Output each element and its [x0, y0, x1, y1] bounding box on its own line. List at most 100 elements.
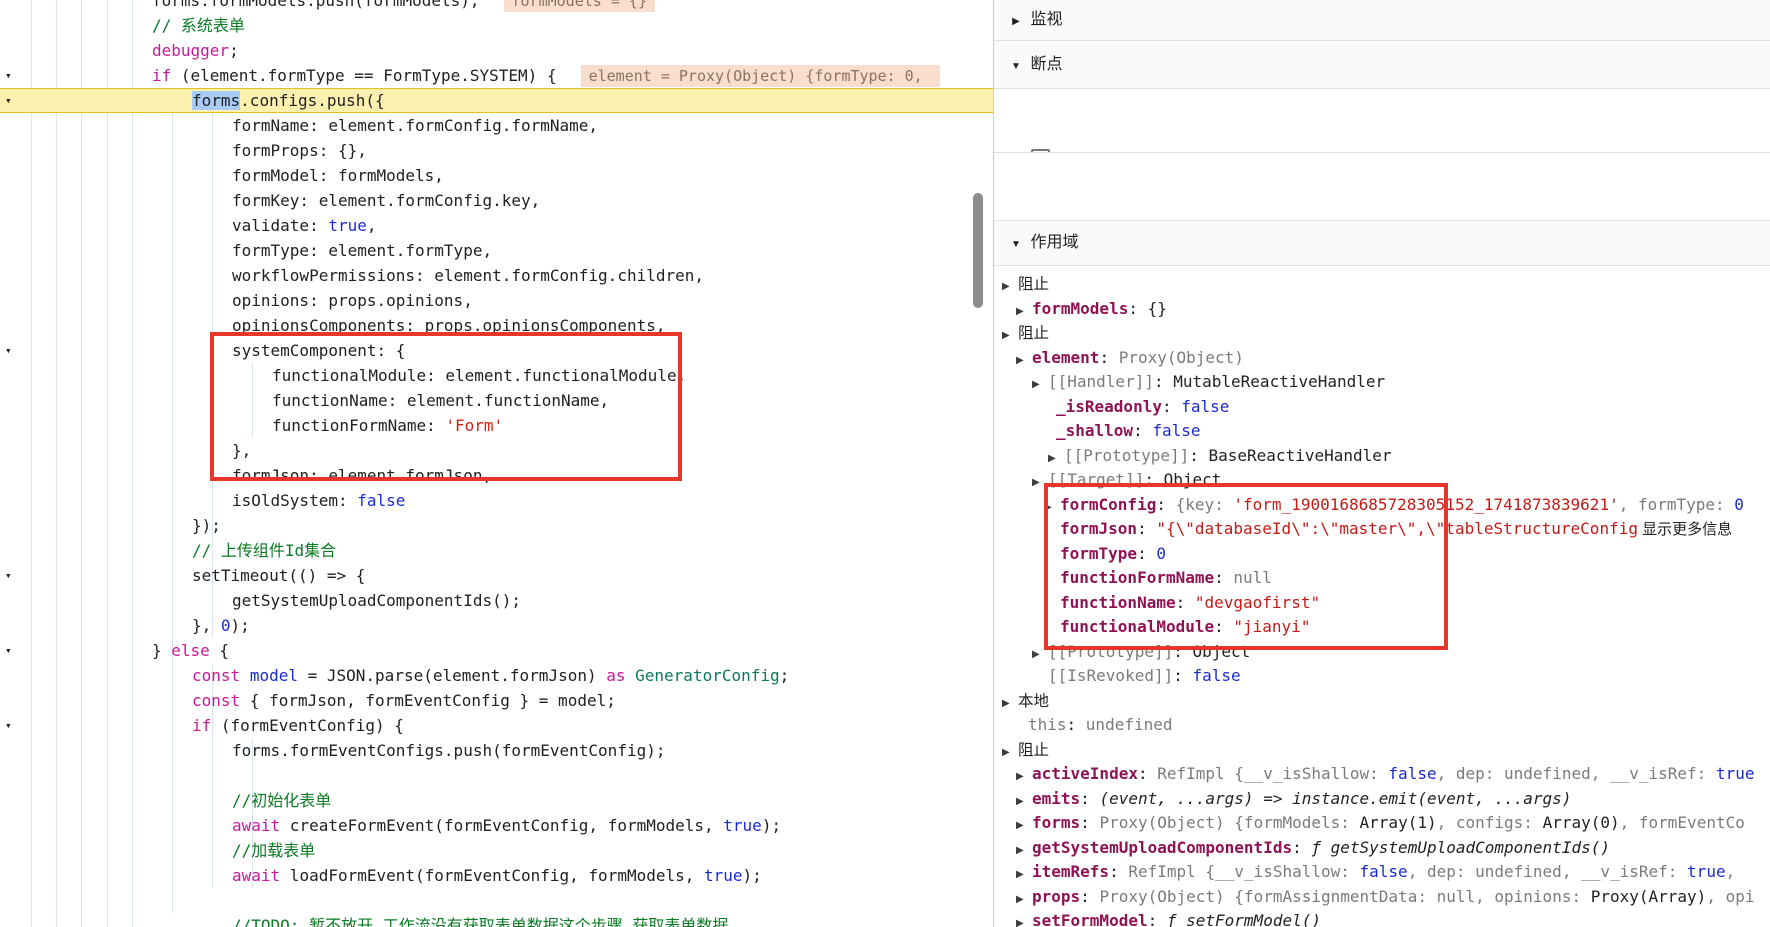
code-line[interactable]: //初始化表单	[0, 788, 993, 813]
code-line[interactable]: ▾if (formEventConfig) {	[0, 713, 993, 738]
disclosure-triangle-icon[interactable]: ▶	[1032, 373, 1048, 395]
disclosure-triangle-icon[interactable]: ▶	[1016, 349, 1032, 371]
scope-token: :	[1128, 299, 1147, 318]
scope-token: false	[1152, 421, 1200, 440]
disclosure-triangle-icon[interactable]: ▶	[1016, 888, 1032, 910]
code-line[interactable]: ▾forms.configs.push({	[0, 88, 993, 113]
code-token: //加载表单	[232, 841, 315, 860]
code-line[interactable]: isOldSystem: false	[0, 488, 993, 513]
code-line[interactable]: await loadFormEvent(formEventConfig, for…	[0, 863, 993, 888]
scope-tree-row[interactable]: ▶itemRefs: RefImpl {__v_isShallow: false…	[994, 860, 1770, 885]
fold-arrow-icon[interactable]: ▾	[5, 88, 21, 113]
scope-tree-row[interactable]: ▶forms: Proxy(Object) {formModels: Array…	[994, 811, 1770, 836]
scope-section-label: 作用域	[1030, 234, 1078, 251]
disclosure-triangle-icon[interactable]: ▶	[1016, 912, 1032, 927]
code-line[interactable]: forms.formEventConfigs.push(formEventCon…	[0, 738, 993, 763]
pause-caught-row[interactable]: 在抛出捕获的异常时暂停	[994, 118, 1770, 153]
scope-token: :	[1099, 348, 1118, 367]
chevron-down-icon[interactable]: ▼	[1006, 43, 1026, 90]
fold-arrow-icon[interactable]: ▾	[5, 638, 21, 663]
code-line[interactable]: formType: element.formType,	[0, 238, 993, 263]
code-line[interactable]: //加载表单	[0, 838, 993, 863]
code-line[interactable]	[0, 763, 993, 788]
chevron-right-icon[interactable]: ▶	[1006, 2, 1026, 42]
code-token: forms.formModels.push(formModels);	[152, 0, 480, 10]
scope-token: null	[1437, 887, 1476, 906]
fold-arrow-icon[interactable]: ▾	[5, 563, 21, 588]
code-token: (formEventConfig) {	[211, 716, 404, 735]
scope-tree-row[interactable]: ▶setFormModel: ƒ setFormModel()	[994, 909, 1770, 927]
scope-token: Proxy(Object) {formAssignmentData:	[1099, 887, 1436, 906]
code-line[interactable]: debugger;	[0, 38, 993, 63]
code-line[interactable]: formKey: element.formConfig.key,	[0, 188, 993, 213]
scope-tree-row: _shallow: false	[994, 419, 1770, 444]
code-token: await	[232, 866, 280, 885]
breakpoint-file-group[interactable]: ▼<>FormInformation.vue	[994, 158, 1770, 186]
scope-tree-row[interactable]: ▶[[Handler]]: MutableReactiveHandler	[994, 370, 1770, 395]
code-line[interactable]: ▾setTimeout(() => {	[0, 563, 993, 588]
code-line[interactable]: getSystemUploadComponentIds();	[0, 588, 993, 613]
code-line[interactable]	[0, 888, 993, 913]
scope-tree-row[interactable]: ▶[[Prototype]]: BaseReactiveHandler	[994, 444, 1770, 469]
code-line[interactable]: const { formJson, formEventConfig } = mo…	[0, 688, 993, 713]
scope-tree-row[interactable]: ▶阻止	[994, 738, 1770, 763]
code-token: ;	[229, 41, 239, 60]
code-line[interactable]: workflowPermissions: element.formConfig.…	[0, 263, 993, 288]
scope-token: :	[1173, 666, 1192, 685]
scope-tree-row[interactable]: ▶element: Proxy(Object)	[994, 346, 1770, 371]
scope-tree-row[interactable]: ▶getSystemUploadComponentIds: ƒ getSyste…	[994, 836, 1770, 861]
code-line[interactable]: }, 0);	[0, 613, 993, 638]
disclosure-triangle-icon[interactable]: ▶	[1016, 814, 1032, 836]
scope-token: {}	[1148, 299, 1167, 318]
pause-uncaught-row[interactable]: 在抛出未捕获的异常时暂停	[994, 89, 1770, 118]
scrollbar-thumb[interactable]	[973, 193, 983, 308]
disclosure-triangle-icon[interactable]: ▶	[1002, 692, 1018, 714]
code-line[interactable]: formModel: formModels,	[0, 163, 993, 188]
fold-arrow-icon[interactable]: ▾	[5, 713, 21, 738]
code-line[interactable]: });	[0, 513, 993, 538]
breakpoints-section-header[interactable]: ▼ 断点	[994, 41, 1770, 89]
code-line[interactable]: // 上传组件Id集合	[0, 538, 993, 563]
disclosure-triangle-icon[interactable]: ▶	[1048, 447, 1064, 469]
scope-tree-row[interactable]: ▶本地	[994, 689, 1770, 714]
pause-caught-checkbox[interactable]	[1031, 149, 1050, 153]
scope-token: Proxy(Object)	[1119, 348, 1244, 367]
fold-arrow-icon[interactable]: ▾	[5, 338, 21, 363]
disclosure-triangle-icon[interactable]: ▶	[1016, 863, 1032, 885]
scope-tree-row[interactable]: ▶activeIndex: RefImpl {__v_isShallow: fa…	[994, 762, 1770, 787]
code-line[interactable]: // 系统表单	[0, 13, 993, 38]
scope-tree-row[interactable]: ▶props: Proxy(Object) {formAssignmentDat…	[994, 885, 1770, 910]
show-more-link[interactable]: 显示更多信息	[1638, 521, 1732, 538]
code-line[interactable]: formProps: {},	[0, 138, 993, 163]
disclosure-triangle-icon[interactable]: ▶	[1016, 839, 1032, 861]
code-line[interactable]: validate: true,	[0, 213, 993, 238]
scope-tree-row[interactable]: ▶formModels: {}	[994, 297, 1770, 322]
code-line[interactable]: opinions: props.opinions,	[0, 288, 993, 313]
disclosure-triangle-icon[interactable]: ▶	[1002, 275, 1018, 297]
scope-tree-row[interactable]: ▶emits: (event, ...args) => instance.emi…	[994, 787, 1770, 812]
disclosure-triangle-icon[interactable]: ▶	[1016, 790, 1032, 812]
fold-arrow-icon[interactable]: ▾	[5, 63, 21, 88]
scope-token: :	[1292, 838, 1311, 857]
code-line[interactable]: await createFormEvent(formEventConfig, f…	[0, 813, 993, 838]
code-token: GeneratorConfig	[635, 666, 780, 685]
code-token: });	[192, 516, 221, 535]
disclosure-triangle-icon[interactable]: ▶	[1016, 765, 1032, 787]
code-line[interactable]: ▾} else {	[0, 638, 993, 663]
code-line[interactable]: ▾if (element.formType == FormType.SYSTEM…	[0, 63, 993, 88]
disclosure-triangle-icon[interactable]: ▶	[1016, 300, 1032, 322]
scope-tree-row[interactable]: ▶阻止	[994, 272, 1770, 297]
code-line[interactable]: //TODO: 暂不放开 工作流没有获取表单数据这个步骤 获取表单数据	[0, 913, 993, 927]
disclosure-triangle-icon[interactable]: ▶	[1002, 741, 1018, 763]
scope-token: true	[1687, 862, 1726, 881]
code-line[interactable]: const model = JSON.parse(element.formJso…	[0, 663, 993, 688]
disclosure-triangle-icon[interactable]: ▶	[1002, 324, 1018, 346]
breakpoint-entry[interactable]: ✓if (element.formType == FormType.SYSTEM…	[994, 188, 1770, 216]
chevron-down-icon[interactable]: ▼	[1006, 223, 1026, 267]
code-line[interactable]: forms.formModels.push(formModels);formMo…	[0, 0, 993, 13]
scope-section-header[interactable]: ▼ 作用域	[994, 221, 1770, 266]
watch-section-header[interactable]: ▶ 监视	[994, 0, 1770, 41]
scope-tree-row[interactable]: ▶阻止	[994, 321, 1770, 346]
code-line[interactable]: formName: element.formConfig.formName,	[0, 113, 993, 138]
code-token: createFormEvent(formEventConfig, formMod…	[280, 816, 723, 835]
